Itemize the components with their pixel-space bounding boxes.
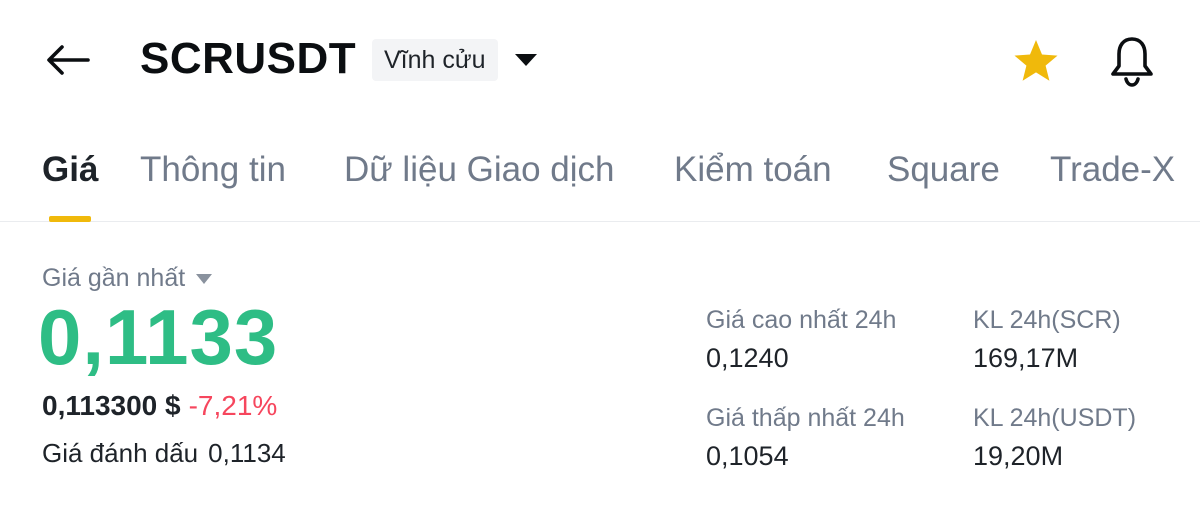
last-price-value: 0,1133: [38, 293, 279, 381]
tab-trading-data[interactable]: Dữ liệu Giao dịch: [344, 150, 615, 190]
high-24h-value: 0,1240: [706, 343, 789, 373]
star-icon: [1014, 40, 1058, 81]
price-change-percent: -7,21%: [188, 390, 278, 421]
favorite-button[interactable]: [1008, 35, 1064, 87]
contract-type-badge: Vĩnh cửu: [372, 39, 498, 81]
back-button[interactable]: [40, 36, 96, 84]
mark-price-label: Giá đánh dấu: [42, 438, 199, 468]
tab-audit[interactable]: Kiểm toán: [674, 150, 832, 190]
back-arrow-icon: [47, 45, 90, 75]
bell-icon: [1111, 37, 1153, 87]
tab-info[interactable]: Thông tin: [140, 150, 286, 190]
caret-down-icon: [196, 273, 213, 284]
low-24h-value: 0,1054: [706, 441, 789, 471]
tab-trade-x[interactable]: Trade-X: [1050, 150, 1175, 190]
volume-quote-value: 19,20M: [973, 441, 1064, 471]
volume-quote-label: KL 24h(USDT): [973, 404, 1137, 432]
symbol-title: SCRUSDT: [140, 34, 357, 83]
top-bar: SCRUSDT Vĩnh cửu: [0, 0, 1200, 120]
tab-square[interactable]: Square: [887, 150, 1000, 190]
low-24h-label: Giá thấp nhất 24h: [706, 404, 905, 432]
tab-price[interactable]: Giá: [42, 150, 98, 190]
tab-bar: Giá Thông tin Dữ liệu Giao dịch Kiểm toá…: [0, 140, 1200, 222]
usd-price: 0,113300 $: [42, 390, 181, 421]
last-price-label: Giá gần nhất: [42, 264, 186, 292]
mark-price-row: Giá đánh dấu 0,1134: [42, 438, 286, 469]
last-price-selector[interactable]: Giá gần nhất: [42, 264, 213, 293]
volume-base-value: 169,17M: [973, 343, 1079, 373]
price-sub-row: 0,113300 $ -7,21%: [42, 390, 277, 422]
alert-button[interactable]: [1104, 33, 1160, 89]
symbol-dropdown-button[interactable]: [508, 44, 544, 76]
volume-base-label: KL 24h(SCR): [973, 306, 1121, 334]
active-tab-indicator: [49, 216, 91, 222]
mark-price-value: 0,1134: [208, 438, 286, 468]
chevron-down-icon: [515, 54, 537, 66]
high-24h-label: Giá cao nhất 24h: [706, 306, 897, 334]
